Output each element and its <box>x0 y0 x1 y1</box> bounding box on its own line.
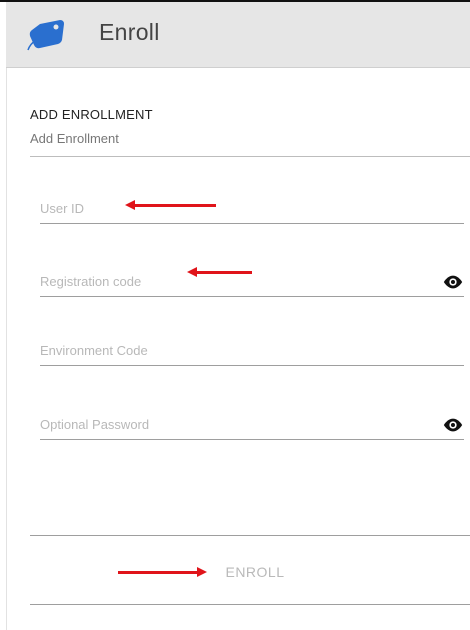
app-bar: Enroll <box>6 2 470 68</box>
button-divider-top <box>30 535 470 536</box>
tag-icon <box>27 20 64 51</box>
registration-code-input[interactable] <box>40 257 464 297</box>
optional-password-field <box>40 400 464 440</box>
enroll-button[interactable]: ENROLL <box>200 557 310 587</box>
annotation-arrow-enroll <box>118 567 207 577</box>
optional-password-input[interactable] <box>40 400 464 440</box>
button-divider-bottom <box>30 604 470 605</box>
eye-icon[interactable] <box>442 414 464 436</box>
user-id-input[interactable] <box>40 184 464 224</box>
page-title: Enroll <box>99 19 160 45</box>
annotation-arrow-user-id <box>125 200 216 210</box>
section-subtitle: Add Enrollment <box>30 131 119 146</box>
environment-code-input[interactable] <box>40 326 464 366</box>
card-edge <box>6 68 7 630</box>
eye-icon[interactable] <box>442 271 464 293</box>
section-divider <box>30 156 470 157</box>
annotation-arrow-registration <box>187 267 252 277</box>
user-id-field <box>40 184 464 224</box>
registration-code-field <box>40 257 464 297</box>
section-title: ADD ENROLLMENT <box>30 107 153 122</box>
environment-code-field <box>40 326 464 366</box>
